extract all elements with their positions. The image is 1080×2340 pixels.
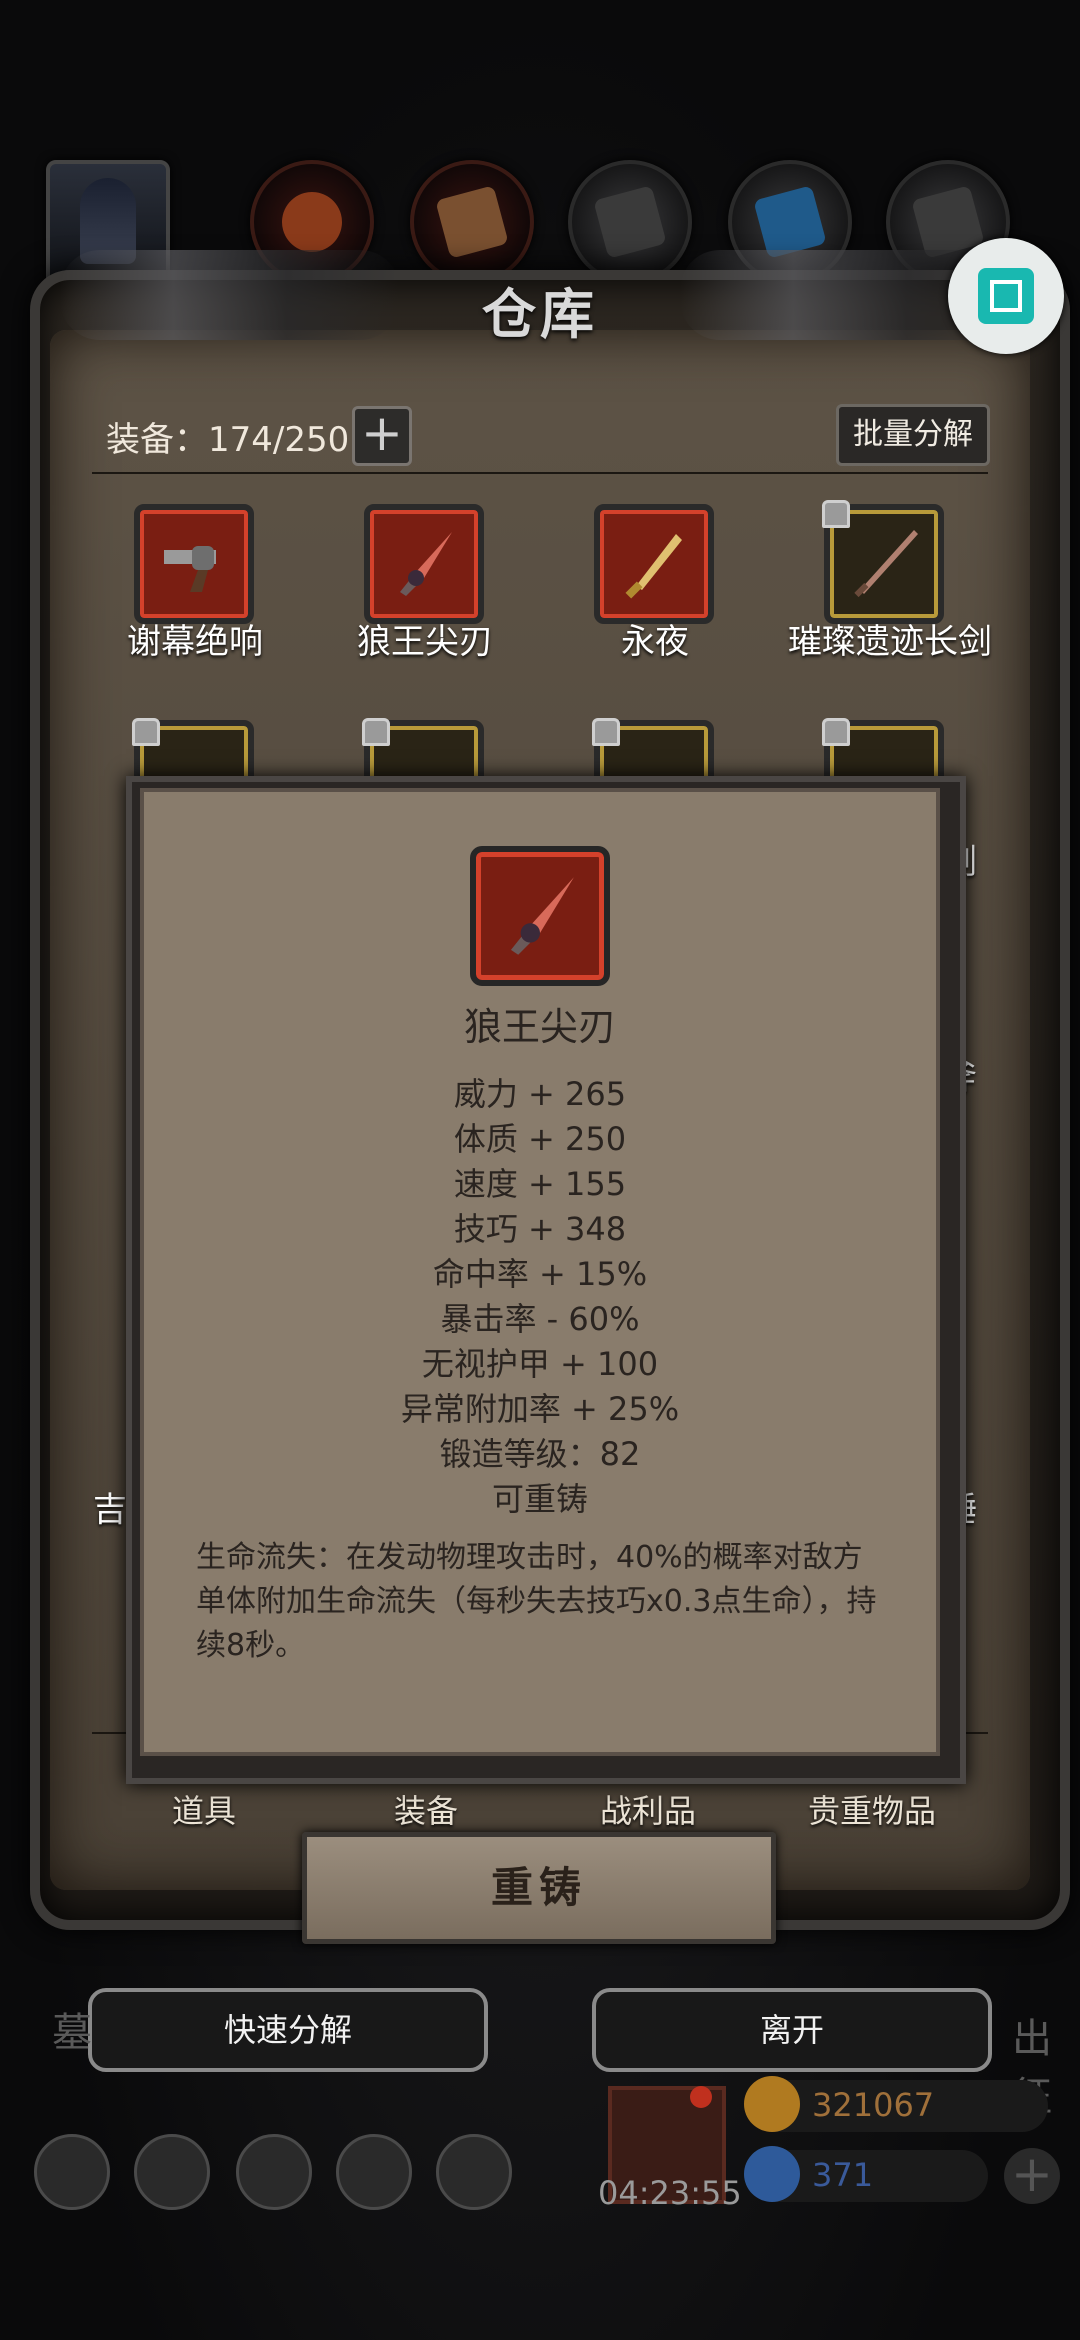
side-label-left: 墓	[52, 2010, 92, 2056]
gem-amount: 371	[812, 2156, 874, 2194]
tab-valuables[interactable]: 贵重物品	[808, 1786, 936, 1832]
revolver-icon	[164, 546, 216, 592]
item-stats: 威力 + 265 体质 + 250 速度 + 155 技巧 + 348 命中率 …	[140, 1072, 940, 1522]
lock-icon	[822, 500, 850, 528]
leave-button[interactable]: 离开	[592, 1988, 992, 2072]
tab-equipment[interactable]: 装备	[394, 1786, 458, 1832]
item-slot-eternal-night[interactable]	[594, 504, 714, 624]
gem-icon	[744, 2146, 800, 2202]
grey-armor-icon	[593, 185, 667, 259]
mail-icon[interactable]	[336, 2134, 412, 2210]
share-button[interactable]	[948, 238, 1064, 354]
reforge-button[interactable]: 重铸	[302, 1832, 776, 1944]
gear-icon[interactable]	[34, 2134, 110, 2210]
gold-coin-icon	[744, 2076, 800, 2132]
item-detail-name: 狼王尖刃	[463, 1005, 616, 1049]
golden-dagger-icon	[625, 534, 682, 599]
book-icon[interactable]	[236, 2134, 312, 2210]
item-label: 谢幕绝响	[127, 622, 263, 662]
item-label: 永夜	[621, 622, 689, 662]
equipment-count: 装备：174/250	[106, 420, 350, 460]
badge-icon[interactable]	[134, 2134, 210, 2210]
item-label-partial: 吉	[93, 1490, 127, 1530]
tab-loot[interactable]: 战利品	[600, 1786, 696, 1832]
stat-line: 暴击率 - 60%	[440, 1300, 640, 1338]
add-gems-button[interactable]: +	[1004, 2148, 1060, 2204]
crimson-dagger-icon	[400, 532, 452, 596]
item-description: 生命流失：在发动物理攻击时，40%的概率对敌方单体附加生命流失（每秒失去技巧x0…	[196, 1540, 877, 1663]
orange-gear-icon	[275, 185, 349, 259]
character-tab-4[interactable]	[568, 160, 692, 284]
stat-line: 命中率 + 15%	[432, 1255, 648, 1293]
blue-feather-icon	[753, 185, 827, 259]
stat-line: 速度 + 155	[453, 1165, 627, 1203]
page-title: 仓库	[482, 283, 598, 346]
stat-line: 体质 + 250	[453, 1120, 627, 1158]
gift-timer: 04:23:55	[598, 2174, 742, 2212]
notification-dot	[690, 2086, 712, 2108]
lock-icon	[592, 718, 620, 746]
item-label: 璀璨遗迹长剑	[788, 622, 992, 662]
item-slot-wolf-blade[interactable]	[364, 504, 484, 624]
item-slot-revolver[interactable]	[134, 504, 254, 624]
item-label: 狼王尖刃	[357, 622, 493, 662]
lock-icon	[132, 718, 160, 746]
left-ornament	[60, 250, 400, 340]
gold-amount: 321067	[812, 2086, 935, 2124]
lock-icon	[822, 718, 850, 746]
stat-line: 无视护甲 + 100	[421, 1345, 659, 1383]
lock-icon	[362, 718, 390, 746]
character-tab-3[interactable]	[410, 160, 534, 284]
stat-line: 锻造等级：82	[439, 1435, 641, 1473]
tab-items[interactable]: 道具	[172, 1786, 236, 1832]
reforge-label: 重铸	[490, 1863, 587, 1912]
expand-capacity-button[interactable]: +	[352, 406, 412, 466]
batch-decompose-button[interactable]: 批量分解	[836, 404, 990, 466]
item-detail-icon	[470, 846, 610, 986]
crimson-dagger-icon	[510, 877, 574, 955]
brown-shield-icon	[435, 185, 509, 259]
stat-line: 威力 + 265	[453, 1075, 627, 1113]
stat-line: 异常附加率 + 25%	[400, 1390, 680, 1428]
divider	[92, 472, 988, 474]
longsword-icon	[854, 530, 918, 598]
stat-line: 技巧 + 348	[453, 1210, 627, 1248]
quick-decompose-button[interactable]: 快速分解	[88, 1988, 488, 2072]
stat-line: 可重铸	[491, 1480, 588, 1518]
cube-icon	[978, 268, 1034, 324]
dice-icon[interactable]	[436, 2134, 512, 2210]
